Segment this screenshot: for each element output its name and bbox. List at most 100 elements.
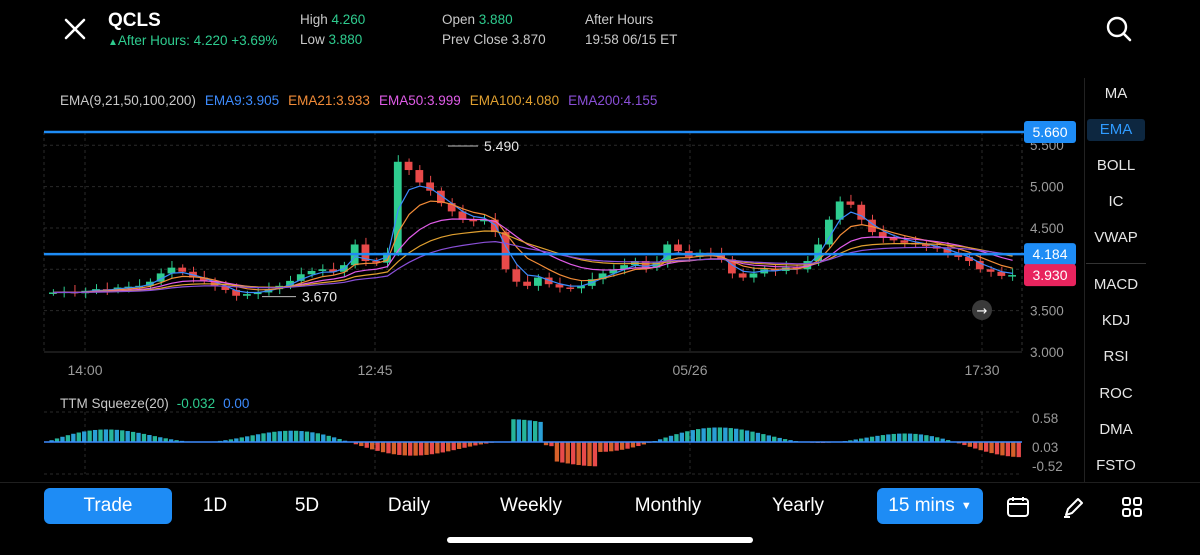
ttm-bar (875, 435, 880, 442)
ttm-bar (462, 442, 467, 448)
price-tick-label: 3.500 (1030, 304, 1064, 319)
ttm-bar (571, 442, 576, 465)
ema100-value: EMA100:4.080 (469, 93, 560, 108)
ttm-bar (744, 430, 750, 442)
ttm-bar (71, 433, 76, 442)
indicator-macd[interactable]: MACD (1086, 274, 1146, 296)
time-tick-label: 12:45 (357, 362, 392, 378)
ttm-bar (429, 442, 435, 455)
ttm-bar (880, 435, 886, 442)
grid-menu-icon[interactable] (1120, 495, 1144, 519)
ttm-bar (728, 428, 733, 442)
ttm-bar (440, 442, 445, 453)
ttm-bar (560, 442, 565, 463)
ttm-bar (446, 442, 451, 452)
price-badge-high: 5.660 (1032, 124, 1067, 140)
ttm-bar (755, 432, 761, 442)
ttm-bar (897, 433, 902, 442)
ttm-bar (734, 428, 739, 442)
indicator-rsi[interactable]: RSI (1086, 346, 1146, 368)
ttm-bar (983, 442, 989, 452)
ttm-bar (924, 435, 929, 442)
indicator-ic[interactable]: IC (1086, 191, 1146, 213)
ttm-bar (266, 432, 272, 442)
ttm-bar (978, 442, 983, 451)
ttm-bar (592, 442, 598, 467)
draw-pen-icon[interactable] (1062, 495, 1086, 519)
candle (674, 244, 682, 252)
arrow-right-icon: → (977, 304, 988, 319)
ttm-bar (533, 421, 538, 442)
ttm-bar (603, 442, 608, 452)
period-low-label: 3.670 (302, 289, 337, 305)
tab-weekly[interactable]: Weekly (486, 488, 576, 524)
ttm-bar (386, 442, 391, 454)
period-high-label: 5.490 (484, 138, 519, 154)
tab-1d[interactable]: 1D (185, 488, 245, 524)
ttm-bar (1000, 442, 1005, 456)
candle (512, 269, 521, 282)
candle (318, 269, 327, 271)
indicator-kdj[interactable]: KDJ (1086, 310, 1146, 332)
ema50-value: EMA50:3.999 (378, 93, 461, 108)
indicator-ema[interactable]: EMA (1087, 119, 1145, 141)
ttm-bar (315, 433, 321, 442)
ttm-bar (114, 429, 119, 442)
ttm-bar (929, 436, 934, 442)
indicator-vwap[interactable]: VWAP (1086, 227, 1146, 249)
indicator-ma[interactable]: MA (1086, 83, 1146, 105)
ttm-bar (304, 431, 310, 442)
ttm-bar (674, 434, 679, 442)
ttm-legend: TTM Squeeze(20) -0.032 0.00 (60, 396, 257, 411)
ttm-bar (451, 442, 456, 451)
ttm-bar (696, 429, 701, 442)
ttm-bar (299, 431, 304, 442)
ttm-bar (418, 442, 424, 456)
candle (178, 267, 187, 272)
indicator-fsto[interactable]: FSTO (1086, 455, 1146, 477)
ttm-bar (614, 442, 619, 451)
ttm-bar (701, 428, 706, 442)
ttm-bar (408, 442, 413, 456)
tab-daily[interactable]: Daily (369, 488, 449, 524)
trade-button[interactable]: Trade (44, 488, 172, 524)
tab-5d[interactable]: 5D (277, 488, 337, 524)
ttm-bar (690, 430, 695, 442)
ttm-bar (424, 442, 429, 455)
interval-dropdown[interactable]: 15 mins ▼ (877, 488, 983, 524)
ttm-bar (712, 427, 717, 442)
ttm-bar (668, 435, 674, 442)
ttm-bar (76, 432, 81, 442)
ttm-bar (141, 433, 147, 442)
ttm-bar (625, 442, 630, 449)
candle (534, 277, 542, 286)
time-tick-label: 05/26 (672, 362, 707, 378)
ttm-bar (397, 442, 402, 455)
candle (243, 294, 251, 296)
indicator-boll[interactable]: BOLL (1086, 155, 1146, 177)
tab-yearly[interactable]: Yearly (758, 488, 838, 524)
indicator-divider (1086, 263, 1146, 264)
ttm-bar (391, 442, 397, 455)
last-price-badge: 3.930 (1032, 267, 1067, 283)
indicator-roc[interactable]: ROC (1086, 383, 1146, 405)
indicator-dma[interactable]: DMA (1086, 419, 1146, 441)
ttm-value-1: -0.032 (176, 396, 216, 411)
ttm-bar (685, 431, 690, 442)
tab-monthly[interactable]: Monthly (618, 488, 718, 524)
candle (986, 269, 995, 272)
ttm-bar (907, 433, 913, 442)
calendar-icon[interactable] (1006, 495, 1030, 519)
ttm-bar (136, 432, 141, 442)
ema200-value: EMA200:4.155 (568, 93, 658, 108)
ttm-bar (989, 442, 994, 454)
ttm-bar (152, 436, 158, 442)
ttm-bar (902, 433, 907, 442)
ttm-bar (739, 429, 744, 442)
candle (749, 273, 758, 278)
ttm-tick-label: 0.58 (1032, 411, 1058, 426)
time-tick-label: 17:30 (964, 362, 999, 378)
ttm-bar (717, 427, 723, 442)
ttm-bar (886, 434, 891, 442)
price-tick-label: 3.000 (1030, 345, 1064, 360)
